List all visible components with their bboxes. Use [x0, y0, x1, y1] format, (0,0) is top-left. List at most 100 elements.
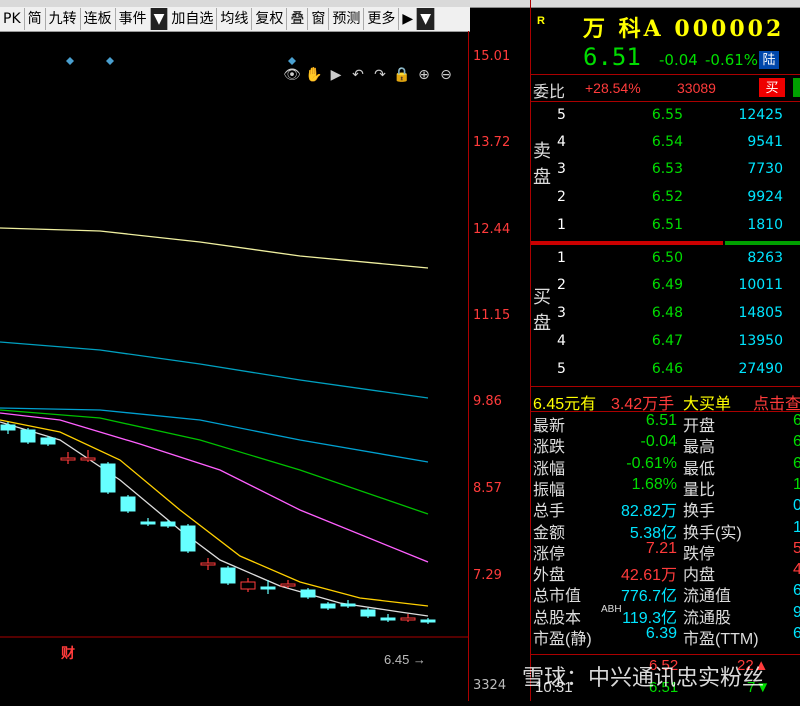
candlestick[interactable] — [420, 618, 436, 624]
r-flag: R — [537, 15, 545, 27]
undo-icon[interactable]: ↶ — [349, 65, 367, 83]
last-price-label: 6.45 → — [384, 652, 426, 667]
zoom-out-icon[interactable]: ⊖ — [437, 65, 455, 83]
finance-marker[interactable]: 财 — [61, 643, 75, 663]
sell-row[interactable]: 1 6.51 1810 — [531, 217, 800, 237]
candlestick[interactable] — [60, 452, 76, 464]
candlestick[interactable] — [200, 558, 216, 570]
toolbar-moving-average[interactable]: 均线 — [217, 8, 253, 30]
toolbar-dropdown-icon[interactable]: ▼ — [417, 8, 435, 30]
price-tick: 11.15 — [473, 308, 511, 323]
quote-panel: R 万 科A 000002 6.51 -0.04 -0.61% 陆 委比 +28… — [530, 0, 800, 701]
stat-value-2: 97.1 — [793, 603, 800, 621]
candlestick[interactable] — [400, 614, 416, 622]
redo-icon[interactable]: ↷ — [371, 65, 389, 83]
toolbar-pk[interactable]: PK — [0, 8, 25, 30]
event-marker-icon[interactable] — [288, 57, 296, 65]
candlestick[interactable] — [160, 520, 176, 528]
toolbar-nine-turn[interactable]: 九转 — [46, 8, 81, 30]
stat-row: 涨停 7.21 跌停 5 — [531, 539, 800, 563]
sell-row[interactable]: 2 6.52 9924 — [531, 189, 800, 209]
buy-row[interactable]: 1 6.50 8263 — [531, 250, 800, 270]
toolbar-adjust[interactable]: 复权 — [252, 8, 288, 30]
stat-row: 总市值776.7亿流通值632. — [531, 582, 800, 605]
market-tag: 陆 — [759, 51, 779, 69]
stat-row: 涨幅 -0.61% 最低 6 — [531, 454, 800, 478]
toolbar-add-watchlist[interactable]: 加自选 — [168, 8, 218, 30]
buy-row[interactable]: 2 6.49 10011 — [531, 277, 800, 297]
big-order-price: 6.45元有 — [533, 396, 597, 413]
stat-row: 市盈(静) 6.39 市盈(TTM) 6 — [531, 625, 800, 648]
sell-row[interactable]: 5 6.55 12425 — [531, 107, 800, 127]
event-marker-icon[interactable] — [66, 57, 74, 65]
candlestick[interactable] — [300, 588, 316, 599]
candlestick[interactable] — [20, 428, 36, 444]
kline-chart[interactable]: 👁 ✋ ▶ ↶ ↷ 🔒 ⊕ ⊖ 财 6.45 → — [0, 31, 468, 701]
candlestick[interactable] — [140, 518, 156, 526]
candlestick[interactable] — [320, 602, 336, 610]
candlestick[interactable] — [240, 578, 256, 592]
toolbar-overlay[interactable]: 叠 — [287, 8, 309, 30]
stat-value-2: 5 — [793, 539, 800, 557]
price-tick: 9.86 — [473, 394, 502, 409]
buy-row[interactable]: 3 6.48 14805 — [531, 305, 800, 325]
stat-value: 6.39 — [645, 625, 677, 642]
toolbar-more[interactable]: 更多 — [364, 8, 400, 30]
toolbar-window[interactable]: 窗 — [308, 8, 330, 30]
zoom-in-icon[interactable]: ⊕ — [415, 65, 433, 83]
candlestick[interactable] — [260, 580, 276, 594]
buy-button[interactable]: 买 — [759, 78, 785, 97]
price-tick: 13.72 — [473, 135, 511, 150]
stat-row: 涨跌 -0.04 最高 6 — [531, 433, 800, 456]
big-order-row[interactable]: 6.45元有 3.42万手 大买单 点击查 — [531, 386, 800, 414]
sell-strength-bar — [725, 241, 800, 245]
toolbar-limit-board[interactable]: 连板 — [81, 8, 116, 30]
stat-value: 6.51 — [645, 412, 677, 429]
candlestick[interactable] — [340, 600, 356, 608]
stat-value-2: 6 — [793, 433, 800, 451]
sell-button[interactable] — [793, 78, 800, 97]
stat-row: 总手82.82万换手0.8 — [531, 497, 800, 520]
toolbar-forecast[interactable]: 预测 — [329, 8, 365, 30]
price-tick: 8.57 — [473, 481, 502, 496]
toolbar-events[interactable]: 事件 — [116, 8, 151, 30]
candlestick[interactable] — [380, 614, 396, 622]
candlestick[interactable] — [180, 524, 196, 553]
stat-value-2: 40.2 — [793, 561, 800, 579]
quote-header: R 万 科A 000002 6.51 -0.04 -0.61% 陆 — [531, 7, 800, 73]
chart-toolbar: PK 简 九转 连板 事件 ▼ 加自选 均线 复权 叠 窗 预测 更多 ▶ ▼ — [0, 7, 470, 32]
event-marker-icon[interactable] — [106, 57, 114, 65]
toolbar-events-dropdown-icon[interactable]: ▼ — [150, 8, 169, 30]
stock-name: 万 科A 000002 — [583, 16, 785, 42]
sell-row[interactable]: 3 6.53 7730 — [531, 161, 800, 181]
sell-row[interactable]: 4 6.54 9541 — [531, 134, 800, 154]
candlestick[interactable] — [0, 422, 16, 434]
volume-axis-label: 3324 — [473, 678, 507, 693]
price-axis: 15.01 13.72 12.44 11.15 9.86 8.57 7.29 3… — [468, 31, 531, 701]
hand-icon[interactable]: ✋ — [305, 65, 323, 83]
weibi-row: 委比 +28.54% 33089 买 — [531, 74, 800, 102]
candlestick[interactable] — [100, 462, 116, 494]
candlestick[interactable] — [120, 495, 136, 513]
candlestick[interactable] — [360, 608, 376, 618]
stat-value: 1.68% — [631, 475, 677, 493]
stat-value-2: 6 — [793, 454, 800, 472]
stat-row: 外盘42.61万内盘40.2 — [531, 561, 800, 584]
kline-chart-svg — [0, 57, 468, 638]
stat-label-2: 市盈(TTM) — [683, 631, 759, 648]
moving-average-line — [0, 419, 429, 607]
lock-icon[interactable]: 🔒 — [393, 65, 411, 83]
candlestick[interactable] — [40, 436, 56, 446]
weibi-pct: +28.54% — [585, 80, 641, 96]
buy-row[interactable]: 5 6.46 27490 — [531, 361, 800, 381]
candlestick[interactable] — [220, 566, 236, 585]
stock-price: 6.51 — [583, 43, 641, 71]
eye-icon[interactable]: 👁 — [283, 65, 301, 83]
big-order-link[interactable]: 点击查 — [753, 390, 800, 414]
buy-row[interactable]: 4 6.47 13950 — [531, 333, 800, 353]
stock-change-pct: -0.61% — [705, 51, 759, 69]
toolbar-next-icon[interactable]: ▶ — [399, 8, 418, 30]
stat-value: -0.61% — [626, 454, 677, 472]
play-icon[interactable]: ▶ — [327, 65, 345, 83]
toolbar-simplified[interactable]: 简 — [25, 8, 46, 30]
